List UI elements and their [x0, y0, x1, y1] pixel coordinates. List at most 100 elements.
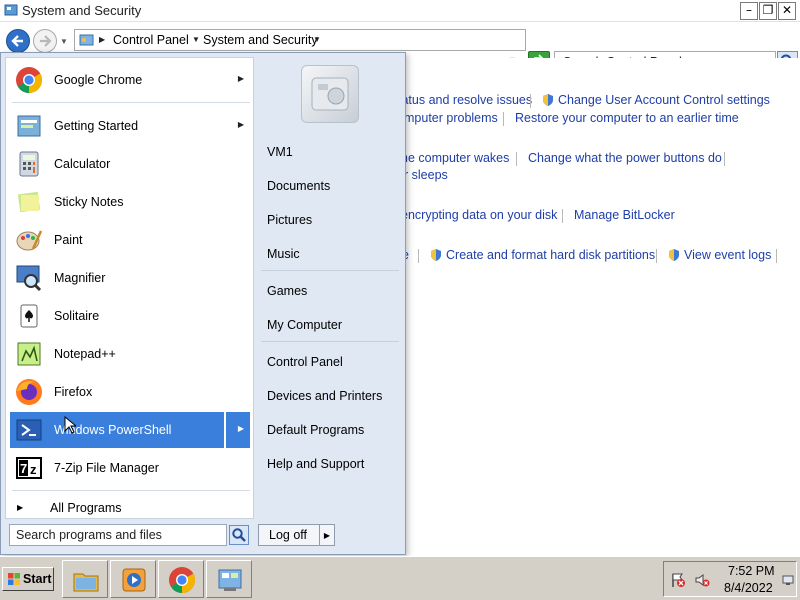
breadcrumb-dropdown-icon[interactable]: ▼ — [313, 35, 321, 44]
program-label: Paint — [54, 233, 83, 247]
action-center-link[interactable]: tatus and resolve issues — [398, 93, 532, 107]
program-magnifier[interactable]: Magnifier — [10, 260, 250, 296]
link-separator — [530, 94, 531, 108]
7zip-icon: 7 z — [16, 457, 42, 479]
program-label: Getting Started — [54, 119, 139, 133]
taskbar-explorer[interactable] — [62, 560, 108, 598]
change-uac-settings-link[interactable]: Change User Account Control settings — [558, 93, 770, 107]
shutdown-options-arrow-icon[interactable]: ▶ — [319, 524, 335, 546]
start-menu-programs-pane: Google Chrome ▶ Getting Started ▶ Calcul… — [5, 57, 254, 519]
submenu-split-divider — [224, 412, 226, 448]
clock-time[interactable]: 7:52 PM — [728, 564, 775, 578]
notification-area: 7:52 PM 8/4/2022 — [663, 561, 797, 597]
restore-computer-link[interactable]: Restore your computer to an earlier time — [515, 111, 739, 125]
programs-divider — [12, 102, 250, 103]
media-player-icon — [122, 568, 146, 592]
link-separator — [656, 249, 657, 263]
svg-text:7: 7 — [20, 461, 27, 476]
recent-pages-chevron-icon[interactable]: ▼ — [60, 37, 68, 46]
my-computer-link[interactable]: My Computer — [267, 318, 342, 332]
log-off-button[interactable]: Log off — [258, 524, 320, 546]
sticky-notes-icon — [17, 191, 41, 213]
program-getting-started[interactable]: Getting Started ▶ — [10, 108, 250, 144]
breadcrumb-control-panel[interactable]: Control Panel — [113, 33, 189, 47]
taskbar-chrome[interactable] — [158, 560, 204, 598]
wake-password-link[interactable]: he computer wakes — [401, 151, 509, 165]
link-separator — [724, 152, 725, 166]
start-button[interactable]: Start — [2, 567, 54, 591]
program-notepadpp[interactable]: Notepad++ — [10, 336, 250, 372]
documents-link[interactable]: Documents — [267, 179, 330, 193]
devices-printers-link[interactable]: Devices and Printers — [267, 389, 382, 403]
close-button[interactable]: ✕ — [778, 2, 796, 20]
troubleshoot-link[interactable]: mputer problems — [404, 111, 498, 125]
breadcrumb-separator-icon[interactable]: ▶ — [99, 35, 105, 44]
getting-started-icon — [17, 115, 41, 137]
view-event-logs-link[interactable]: View event logs — [684, 248, 771, 262]
start-search-input[interactable]: Search programs and files — [9, 524, 227, 546]
event-logs-shield-icon — [669, 249, 679, 261]
expand-arrow-icon: ▶ — [17, 503, 24, 512]
address-bar[interactable]: ▶ Control Panel ▼ System and Security ▼ — [74, 29, 526, 51]
explorer-icon — [73, 573, 99, 592]
program-label: Google Chrome — [54, 73, 143, 87]
taskbar-control-panel[interactable] — [206, 560, 252, 598]
bitlocker-protect-link[interactable]: encrypting data on your disk — [401, 208, 557, 222]
computer-sleeps-link[interactable]: r sleeps — [404, 168, 448, 182]
program-firefox[interactable]: Firefox — [10, 374, 250, 410]
breadcrumb-dropdown-icon[interactable]: ▼ — [192, 35, 200, 44]
program-calculator[interactable]: Calculator — [10, 146, 250, 182]
start-search-button[interactable] — [229, 525, 249, 545]
clock-date[interactable]: 8/4/2022 — [724, 581, 773, 595]
program-solitaire[interactable]: Solitaire — [10, 298, 250, 334]
default-programs-link[interactable]: Default Programs — [267, 423, 364, 437]
program-label: Calculator — [54, 157, 111, 171]
back-button[interactable] — [6, 29, 30, 53]
mouse-cursor-icon — [64, 416, 76, 434]
forward-button[interactable] — [33, 29, 57, 53]
solitaire-icon — [20, 304, 38, 328]
program-label: 7-Zip File Manager — [54, 461, 159, 475]
games-link[interactable]: Games — [267, 284, 307, 298]
program-label: Magnifier — [54, 271, 106, 285]
back-arrow-icon — [11, 35, 23, 47]
link-separator — [503, 112, 504, 126]
start-label: Start — [23, 572, 52, 586]
power-buttons-link[interactable]: Change what the power buttons do — [528, 151, 722, 165]
powershell-icon — [16, 419, 42, 441]
minimize-button[interactable]: – — [740, 2, 758, 20]
program-windows-powershell[interactable]: Windows PowerShell ▶ — [10, 412, 250, 448]
action-center-flag-icon[interactable] — [670, 572, 686, 588]
control-panel-icon — [218, 569, 242, 591]
program-label: Sticky Notes — [54, 195, 124, 209]
program-7zip[interactable]: 7 z 7-Zip File Manager — [10, 450, 250, 486]
submenu-arrow-icon[interactable]: ▶ — [238, 74, 244, 83]
user-picture[interactable] — [301, 65, 359, 123]
breadcrumb-system-security[interactable]: System and Security — [203, 33, 318, 47]
program-sticky-notes[interactable]: Sticky Notes — [10, 184, 250, 220]
window-title: System and Security — [22, 3, 142, 18]
show-desktop-icon[interactable] — [782, 574, 794, 586]
control-panel-link[interactable]: Control Panel — [267, 355, 343, 369]
pictures-link[interactable]: Pictures — [267, 213, 312, 227]
submenu-arrow-icon[interactable]: ▶ — [238, 120, 244, 129]
calculator-icon — [19, 151, 39, 177]
taskbar-media-player[interactable] — [110, 560, 156, 598]
volume-muted-icon[interactable] — [694, 572, 710, 588]
link-separator — [418, 249, 419, 263]
submenu-arrow-icon[interactable]: ▶ — [238, 424, 244, 433]
control-panel-app-icon — [4, 4, 18, 16]
maximize-button[interactable]: ❐ — [759, 2, 777, 20]
program-google-chrome[interactable]: Google Chrome ▶ — [10, 62, 250, 98]
manage-bitlocker-link[interactable]: Manage BitLocker — [574, 208, 675, 222]
music-link[interactable]: Music — [267, 247, 300, 261]
program-label: Notepad++ — [54, 347, 116, 361]
taskbar: Start 7:52 PM 8/4/2022 — [0, 556, 800, 600]
search-icon — [232, 528, 246, 542]
user-folder-link[interactable]: VM1 — [267, 145, 293, 159]
chrome-icon — [169, 567, 196, 594]
all-programs-button[interactable]: ▶ All Programs — [10, 498, 250, 518]
help-support-link[interactable]: Help and Support — [267, 457, 364, 471]
program-paint[interactable]: Paint — [10, 222, 250, 258]
format-disk-partitions-link[interactable]: Create and format hard disk partitions — [446, 248, 655, 262]
